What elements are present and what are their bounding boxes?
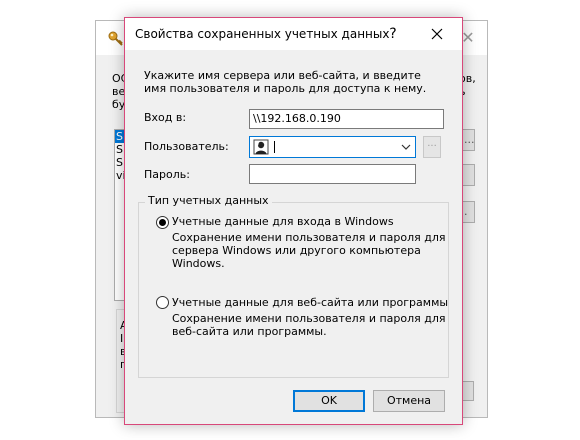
background-add-button[interactable]: ... [461, 129, 475, 151]
close-icon[interactable] [427, 24, 447, 44]
windows-credentials-title[interactable]: Учетные данные для входа в Windows [172, 215, 394, 228]
dialog-titlebar: Свойства сохраненных учетных данных ? [125, 18, 462, 50]
user-icon [253, 139, 269, 155]
credential-properties-dialog: Свойства сохраненных учетных данных ? Ук… [124, 17, 463, 425]
server-address-input[interactable]: \\192.168.0.190 [249, 109, 444, 129]
background-edit-button[interactable]: . [461, 201, 475, 223]
password-input[interactable] [249, 164, 416, 184]
credential-type-title: Тип учетных данных [145, 194, 272, 207]
windows-credentials-description: Сохранение имени пользователя и пароля д… [172, 231, 446, 270]
help-button[interactable]: ? [383, 24, 403, 44]
cancel-button[interactable]: Отмена [373, 390, 445, 412]
text-caret [274, 141, 275, 153]
key-icon [108, 31, 123, 46]
user-label: Пользователь: [144, 140, 229, 153]
web-credentials-title[interactable]: Учетные данные для веб-сайта или програм… [172, 296, 448, 309]
ok-button[interactable]: OK [293, 390, 365, 412]
intro-text: Укажите имя сервера или веб-сайта, и вве… [144, 69, 427, 95]
browse-button[interactable]: ... [423, 136, 441, 158]
username-combobox[interactable] [249, 136, 416, 158]
web-credentials-radio[interactable] [156, 296, 169, 309]
password-label: Пароль: [144, 168, 190, 181]
background-remove-button[interactable] [461, 164, 475, 186]
chevron-down-icon[interactable] [401, 142, 411, 152]
login-label: Вход в: [144, 111, 187, 124]
windows-credentials-radio[interactable] [156, 216, 169, 229]
credential-type-group [138, 202, 449, 378]
dialog-title: Свойства сохраненных учетных данных [135, 27, 390, 41]
web-credentials-description: Сохранение имени пользователя и пароля д… [172, 312, 446, 338]
radio-selected-dot [159, 219, 166, 226]
